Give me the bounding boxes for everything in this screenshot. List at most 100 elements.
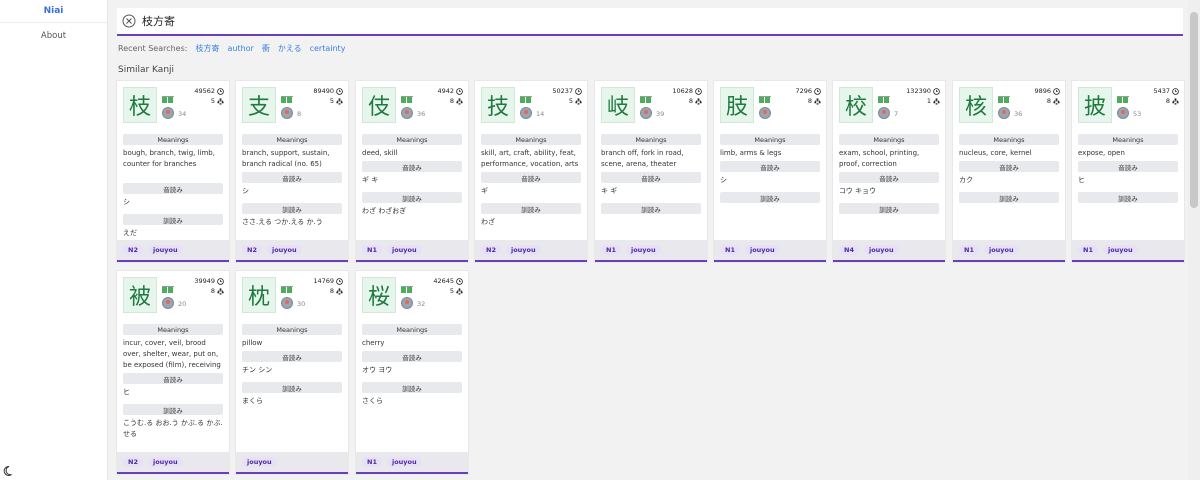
clock-icon bbox=[336, 277, 343, 285]
meanings-text: nucleus, core, kernel bbox=[959, 149, 1032, 157]
jlpt-tag: N1 bbox=[362, 245, 382, 255]
recent-search-link[interactable]: 枝方寄 bbox=[195, 43, 219, 54]
kanji-character[interactable]: 校 bbox=[839, 87, 873, 123]
clock-icon bbox=[456, 277, 463, 285]
recent-search-link[interactable]: 衝 bbox=[262, 43, 270, 54]
kanji-card[interactable]: 支 89490 5 8 Meanings branch, support, sustain… bbox=[236, 81, 348, 262]
avatar bbox=[878, 107, 890, 119]
frequency-value: 49562 bbox=[194, 87, 215, 95]
scrollbar[interactable] bbox=[1188, 0, 1200, 480]
stroke-count: 8 bbox=[330, 287, 343, 295]
kanji-card[interactable]: 技 50237 5 14 Meanings skill, art, craft, abil… bbox=[475, 81, 587, 262]
kanji-card[interactable]: 枕 14769 8 30 Meanings pillow 音読み チン シン 訓読み まくら jou… bbox=[236, 271, 348, 474]
grade-tag: jouyou bbox=[266, 245, 302, 255]
on-reading-text: カク bbox=[959, 176, 973, 184]
clock-icon bbox=[933, 87, 940, 95]
kanji-card[interactable]: 伎 4942 8 36 Meanings deed, skill 音読みギ キ訓読み わざ わ… bbox=[356, 81, 468, 262]
grade-underline bbox=[878, 96, 890, 97]
meanings-text: expose, open bbox=[1078, 149, 1125, 157]
on-reading-text: オウ ヨウ bbox=[362, 366, 393, 374]
clock-icon bbox=[456, 87, 463, 95]
meanings-header: Meanings bbox=[1078, 134, 1178, 145]
sidebar-item-about[interactable]: About bbox=[0, 25, 107, 46]
kun-reading-header: 訓読み bbox=[601, 203, 701, 214]
jlpt-tag: N2 bbox=[242, 245, 262, 255]
kun-reading-text: ささ.える つか.える か.う bbox=[242, 218, 323, 226]
grade-underline bbox=[281, 96, 293, 97]
kanji-character[interactable]: 肢 bbox=[720, 87, 754, 123]
moon-icon[interactable] bbox=[3, 465, 15, 477]
frequency-value: 9896 bbox=[1034, 87, 1051, 95]
kanji-character[interactable]: 伎 bbox=[362, 87, 396, 123]
search-input[interactable]: 枝方寄 bbox=[142, 13, 175, 29]
card-footer: N1 jouyou bbox=[595, 240, 707, 260]
frequency-value: 4942 bbox=[437, 87, 454, 95]
clear-icon[interactable] bbox=[122, 14, 136, 28]
frequency-value: 132390 bbox=[906, 87, 931, 95]
kanji-card[interactable]: 岐 10628 8 39 Meanings branch off, fork in roa… bbox=[595, 81, 707, 262]
kanji-character[interactable]: 桜 bbox=[362, 277, 396, 313]
meanings-text: pillow bbox=[242, 339, 263, 347]
on-reading-text: キ ギ bbox=[601, 187, 618, 195]
on-reading-header: 音読み bbox=[959, 161, 1059, 172]
kanji-character[interactable]: 枝 bbox=[123, 87, 157, 123]
main-content: 枝方寄 Recent Searches: 枝方寄 author 衝 かえる ce… bbox=[108, 0, 1188, 480]
stroke-count-value: 5 bbox=[210, 97, 215, 105]
similarity-score: 14 bbox=[536, 110, 545, 118]
frequency: 39949 bbox=[194, 277, 224, 285]
strokes-icon bbox=[1172, 97, 1179, 105]
jlpt-tag: N2 bbox=[123, 457, 143, 467]
frequency-value: 50237 bbox=[552, 87, 573, 95]
card-footer: N2 jouyou bbox=[475, 240, 587, 260]
kanji-character[interactable]: 枕 bbox=[242, 277, 276, 313]
kanji-card[interactable]: 桜 42645 5 32 Meanings cherry 音読み オウ ヨウ 訓読み さくら N1 j… bbox=[356, 271, 468, 474]
grade-tag: jouyou bbox=[147, 245, 183, 255]
grade-underline bbox=[759, 96, 771, 97]
kanji-character[interactable]: 披 bbox=[1078, 87, 1112, 123]
avatar bbox=[998, 107, 1010, 119]
card-footer: N1 jouyou bbox=[356, 452, 468, 472]
avatar bbox=[401, 107, 413, 119]
frequency: 50237 bbox=[552, 87, 582, 95]
kanji-card[interactable]: 核 9896 8 36 Meanings nucleus, core, kernel 音読み… bbox=[953, 81, 1065, 262]
kanji-character[interactable]: 支 bbox=[242, 87, 276, 123]
stroke-count: 8 bbox=[689, 97, 702, 105]
jlpt-tag: N2 bbox=[481, 245, 501, 255]
recent-search-link[interactable]: かえる bbox=[278, 43, 302, 54]
avatar bbox=[281, 107, 293, 119]
stroke-count: 1 bbox=[927, 97, 940, 105]
kanji-card[interactable]: 校 132390 1 7 Meanings exam, school, printing,… bbox=[833, 81, 945, 262]
kanji-character[interactable]: 技 bbox=[481, 87, 515, 123]
on-reading-header: 音読み bbox=[123, 183, 223, 194]
kanji-character[interactable]: 核 bbox=[959, 87, 993, 123]
similarity-score: 53 bbox=[1133, 110, 1142, 118]
kanji-character[interactable]: 被 bbox=[123, 277, 157, 313]
kun-reading-header: 訓読み bbox=[839, 203, 939, 214]
strokes-icon bbox=[814, 97, 821, 105]
recent-search-link[interactable]: author bbox=[227, 44, 253, 53]
kun-reading-text: えだ bbox=[123, 229, 137, 237]
meanings-text: limb, arms & legs bbox=[720, 149, 782, 157]
meanings-text: bough, branch, twig, limb, counter for b… bbox=[123, 149, 215, 168]
similarity-score: 8 bbox=[297, 110, 302, 118]
recent-search-link[interactable]: certainty bbox=[310, 44, 346, 53]
similarity-score: 36 bbox=[417, 110, 426, 118]
kanji-card[interactable]: 披 5437 8 53 Meanings expose, open 音読みヒ訓読み N1 jou… bbox=[1072, 81, 1184, 262]
brand-link[interactable]: Niai bbox=[0, 0, 107, 23]
kanji-card[interactable]: 肢 7296 8 Meanings limb, arms & legs 音読みシ訓読み N1… bbox=[714, 81, 826, 262]
meanings-header: Meanings bbox=[123, 134, 223, 145]
stroke-count-value: 8 bbox=[807, 97, 812, 105]
card-footer: N1 jouyou bbox=[953, 240, 1065, 260]
frequency: 42645 bbox=[433, 277, 463, 285]
kanji-card[interactable]: 被 39949 8 20 Meanings incur, cover, veil, bro… bbox=[117, 271, 229, 474]
kanji-card[interactable]: 枝 49562 5 34 Meanings bough, branch, twig, li… bbox=[117, 81, 229, 262]
avatar bbox=[640, 107, 652, 119]
meanings-text: cherry bbox=[362, 339, 385, 347]
kanji-character[interactable]: 岐 bbox=[601, 87, 635, 123]
kun-reading-header: 訓読み bbox=[1078, 192, 1178, 203]
on-reading-text: チン シン bbox=[242, 366, 273, 374]
grade-underline bbox=[640, 96, 652, 97]
on-reading-text: シ bbox=[242, 187, 249, 195]
grade-tag: jouyou bbox=[147, 457, 183, 467]
scrollbar-thumb[interactable] bbox=[1190, 12, 1198, 208]
